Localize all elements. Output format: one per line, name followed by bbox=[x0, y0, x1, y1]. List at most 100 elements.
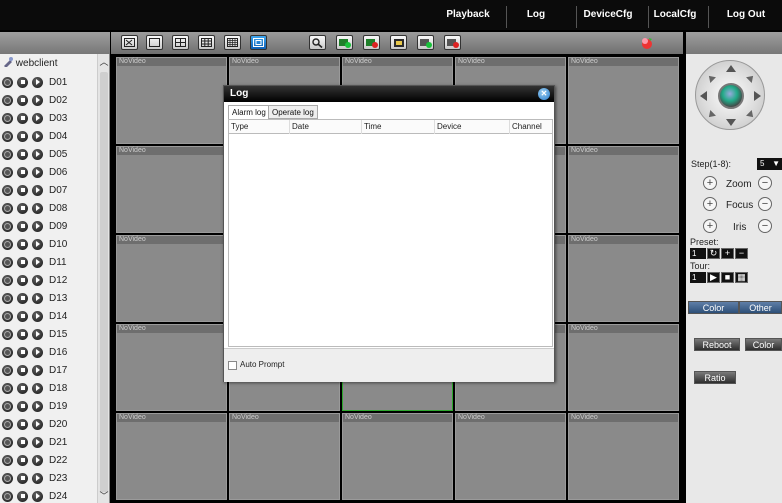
connect-icon[interactable] bbox=[2, 220, 13, 232]
scroll-up-icon[interactable]: ︿ bbox=[99, 56, 109, 68]
column-date[interactable]: Date bbox=[289, 120, 361, 134]
play-icon[interactable] bbox=[32, 274, 43, 286]
iris-open-button[interactable]: + bbox=[703, 219, 717, 233]
connect-icon[interactable] bbox=[2, 328, 13, 340]
play-icon[interactable] bbox=[32, 130, 43, 142]
video-cell[interactable]: NoVideo bbox=[116, 324, 227, 411]
device-item[interactable]: D03 bbox=[2, 111, 67, 125]
device-tree-scrollbar[interactable]: ︿ ﹀ bbox=[97, 54, 109, 503]
connect-icon[interactable] bbox=[2, 418, 13, 430]
connect-icon[interactable] bbox=[2, 184, 13, 196]
device-item[interactable]: D21 bbox=[2, 435, 67, 449]
play-icon[interactable] bbox=[32, 346, 43, 358]
connect-icon[interactable] bbox=[2, 400, 13, 412]
play-icon[interactable] bbox=[32, 364, 43, 376]
layout-16-button[interactable] bbox=[224, 35, 241, 50]
play-icon[interactable] bbox=[32, 202, 43, 214]
menu-devicecfg[interactable]: DeviceCfg bbox=[580, 0, 636, 30]
device-item[interactable]: D02 bbox=[2, 93, 67, 107]
device-item[interactable]: D20 bbox=[2, 417, 67, 431]
device-item[interactable]: D13 bbox=[2, 291, 67, 305]
device-item[interactable]: D06 bbox=[2, 165, 67, 179]
open-all-video-button[interactable] bbox=[336, 35, 353, 50]
close-all-video-button[interactable] bbox=[363, 35, 380, 50]
column-time[interactable]: Time bbox=[361, 120, 434, 134]
connect-icon[interactable] bbox=[2, 148, 13, 160]
connect-icon[interactable] bbox=[2, 472, 13, 484]
device-item[interactable]: D05 bbox=[2, 147, 67, 161]
ptz-down-right-icon[interactable] bbox=[746, 110, 756, 120]
stop-icon[interactable] bbox=[17, 382, 28, 394]
column-device[interactable]: Device bbox=[434, 120, 509, 134]
ptz-auto-pan-button[interactable] bbox=[718, 83, 744, 109]
play-icon[interactable] bbox=[32, 256, 43, 268]
iris-close-button[interactable]: − bbox=[758, 219, 772, 233]
connect-icon[interactable] bbox=[2, 454, 13, 466]
video-cell[interactable]: NoVideo bbox=[568, 413, 679, 500]
stop-icon[interactable] bbox=[17, 490, 28, 502]
connect-icon[interactable] bbox=[2, 436, 13, 448]
video-cell[interactable]: NoVideo bbox=[116, 235, 227, 322]
device-item[interactable]: D23 bbox=[2, 471, 67, 485]
device-item[interactable]: D07 bbox=[2, 183, 67, 197]
alarm-icon[interactable] bbox=[639, 35, 655, 51]
stop-icon[interactable] bbox=[17, 418, 28, 430]
color-tab[interactable]: Color bbox=[688, 301, 739, 314]
device-tree-root[interactable]: webclient bbox=[3, 57, 57, 71]
device-item[interactable]: D19 bbox=[2, 399, 67, 413]
ptz-up-icon[interactable] bbox=[726, 65, 736, 72]
play-icon[interactable] bbox=[32, 310, 43, 322]
device-item[interactable]: D16 bbox=[2, 345, 67, 359]
tour-grid-button[interactable]: ▦ bbox=[735, 272, 748, 283]
play-icon[interactable] bbox=[32, 94, 43, 106]
record-start-button[interactable] bbox=[417, 35, 434, 50]
fullscreen-button[interactable] bbox=[121, 35, 138, 50]
menu-localcfg[interactable]: LocalCfg bbox=[652, 0, 698, 30]
stop-icon[interactable] bbox=[17, 454, 28, 466]
column-type[interactable]: Type bbox=[229, 120, 289, 134]
preset-input[interactable]: 1 bbox=[690, 248, 706, 259]
preset-add-button[interactable]: + bbox=[721, 248, 734, 259]
stop-icon[interactable] bbox=[17, 310, 28, 322]
auto-prompt-checkbox[interactable] bbox=[228, 361, 237, 370]
device-item[interactable]: D14 bbox=[2, 309, 67, 323]
play-icon[interactable] bbox=[32, 328, 43, 340]
connect-icon[interactable] bbox=[2, 238, 13, 250]
video-cell[interactable]: NoVideo bbox=[116, 146, 227, 233]
column-channel[interactable]: Channel bbox=[509, 120, 552, 134]
menu-log[interactable]: Log bbox=[512, 0, 560, 30]
focus-far-button[interactable]: − bbox=[758, 197, 772, 211]
stop-icon[interactable] bbox=[17, 292, 28, 304]
menu-playback[interactable]: Playback bbox=[440, 0, 496, 30]
play-icon[interactable] bbox=[32, 472, 43, 484]
step-select[interactable]: 5 ▼ bbox=[757, 158, 782, 170]
play-icon[interactable] bbox=[32, 112, 43, 124]
video-cell[interactable]: NoVideo bbox=[568, 235, 679, 322]
tour-start-button[interactable]: ▶ bbox=[707, 272, 720, 283]
stop-icon[interactable] bbox=[17, 112, 28, 124]
stop-icon[interactable] bbox=[17, 472, 28, 484]
stop-icon[interactable] bbox=[17, 400, 28, 412]
stop-icon[interactable] bbox=[17, 202, 28, 214]
connect-icon[interactable] bbox=[2, 310, 13, 322]
device-item[interactable]: D17 bbox=[2, 363, 67, 377]
video-cell[interactable]: NoVideo bbox=[116, 57, 227, 144]
device-item[interactable]: D10 bbox=[2, 237, 67, 251]
device-item[interactable]: D24 bbox=[2, 489, 67, 503]
zoom-in-button[interactable]: + bbox=[703, 176, 717, 190]
connect-icon[interactable] bbox=[2, 274, 13, 286]
preset-goto-button[interactable]: ↻ bbox=[707, 248, 720, 259]
play-icon[interactable] bbox=[32, 220, 43, 232]
stop-icon[interactable] bbox=[17, 220, 28, 232]
ptz-up-left-icon[interactable] bbox=[706, 73, 716, 83]
connect-icon[interactable] bbox=[2, 76, 13, 88]
video-cell[interactable]: NoVideo bbox=[568, 57, 679, 144]
tab-operate-log[interactable]: Operate log bbox=[268, 105, 318, 119]
play-icon[interactable] bbox=[32, 436, 43, 448]
play-icon[interactable] bbox=[32, 76, 43, 88]
connect-icon[interactable] bbox=[2, 112, 13, 124]
stop-icon[interactable] bbox=[17, 274, 28, 286]
layout-4-button[interactable] bbox=[172, 35, 189, 50]
play-icon[interactable] bbox=[32, 400, 43, 412]
stop-icon[interactable] bbox=[17, 328, 28, 340]
